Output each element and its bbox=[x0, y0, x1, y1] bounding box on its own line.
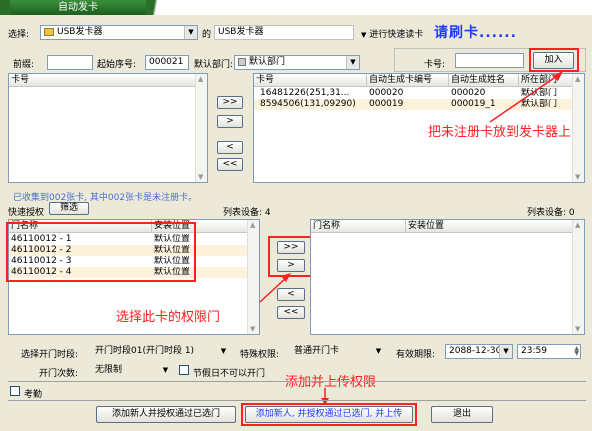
valid-time-input[interactable]: 23:59 ▲ ▼ bbox=[517, 344, 581, 359]
open-count-label: 开门次数: bbox=[39, 369, 79, 379]
add-and-authorize-button[interactable]: 添加新人并授权通过已选门 bbox=[96, 406, 236, 423]
scroll-down-icon[interactable]: ▼ bbox=[250, 325, 255, 333]
highlight-door-rows bbox=[6, 222, 196, 282]
left-device-count: 列表设备: 4 bbox=[223, 208, 271, 218]
valid-date-picker[interactable]: 2088-12-30 ▼ bbox=[445, 344, 513, 359]
chevron-down-icon[interactable]: ▼ bbox=[499, 345, 512, 358]
spinner-icon[interactable]: ▲ ▼ bbox=[574, 346, 579, 357]
col-header-location: 安装位置 bbox=[406, 220, 574, 233]
selected-door-list[interactable]: 门名称 安装位置 ▲ ▼ bbox=[310, 219, 585, 335]
scroll-up-icon[interactable]: ▲ bbox=[575, 221, 580, 229]
valid-time-value: 23:59 bbox=[521, 346, 547, 356]
quick-auth-label: 快速授权 bbox=[8, 208, 45, 218]
divider bbox=[8, 381, 586, 382]
divider bbox=[8, 400, 586, 401]
chevron-down-icon[interactable]: ▼ bbox=[372, 345, 385, 358]
right-device-count: 列表设备: 0 bbox=[527, 208, 575, 218]
special-value: 普通开门卡 bbox=[294, 346, 340, 356]
holiday-label: 节假日不可以开门 bbox=[193, 369, 266, 379]
remove-door-button[interactable]: < bbox=[277, 288, 305, 301]
col-header-door-name: 门名称 bbox=[311, 220, 406, 233]
annotation-select-door: 选择此卡的权限门 bbox=[116, 310, 221, 325]
filter-button[interactable]: 筛选 bbox=[49, 202, 89, 215]
special-label: 特殊权限: bbox=[240, 350, 280, 360]
open-count-value: 无限制 bbox=[95, 365, 123, 375]
scrollbar[interactable]: ▲ ▼ bbox=[247, 220, 259, 334]
exit-button[interactable]: 退出 bbox=[431, 406, 493, 423]
attendance-checkbox[interactable] bbox=[10, 386, 20, 396]
annotation-arrows bbox=[140, 71, 563, 405]
open-time-label: 选择开门时段: bbox=[21, 350, 79, 360]
remove-all-doors-button[interactable]: << bbox=[277, 306, 305, 319]
valid-date-value: 2088-12-30 bbox=[449, 346, 502, 356]
scroll-up-icon[interactable]: ▲ bbox=[250, 221, 255, 229]
chevron-down-icon[interactable]: ▼ bbox=[217, 345, 230, 358]
collected-message: 已收集到002张卡, 其中002张卡是未注册卡。 bbox=[13, 193, 198, 203]
scroll-down-icon[interactable]: ▼ bbox=[575, 325, 580, 333]
attendance-label: 考勤 bbox=[24, 390, 43, 400]
holiday-checkbox[interactable] bbox=[179, 365, 189, 375]
open-time-select[interactable]: 开门时段01(开门时段 1) ▼ bbox=[91, 344, 231, 359]
open-time-value: 开门时段01(开门时段 1) bbox=[95, 346, 195, 356]
chevron-down-icon[interactable]: ▼ bbox=[159, 364, 172, 377]
valid-period-label: 有效期限: bbox=[396, 350, 436, 360]
special-select[interactable]: 普通开门卡 ▼ bbox=[290, 344, 386, 359]
scrollbar[interactable]: ▲ ▼ bbox=[572, 220, 584, 334]
highlight-upload-button bbox=[241, 403, 417, 426]
open-count-select[interactable]: 无限制 ▼ bbox=[91, 363, 173, 378]
